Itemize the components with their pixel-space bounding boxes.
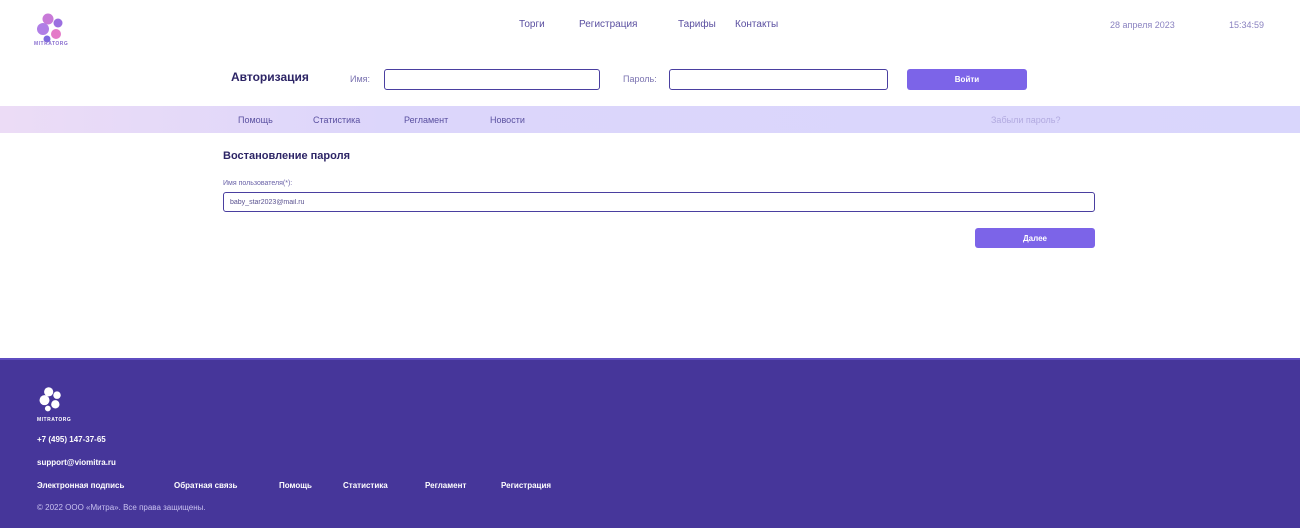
subnav-news[interactable]: Новости bbox=[490, 115, 525, 125]
name-input[interactable] bbox=[384, 69, 600, 90]
login-button[interactable]: Войти bbox=[907, 69, 1027, 90]
copyright: © 2022 ООО «Митра». Все права защищены. bbox=[37, 503, 206, 512]
secondary-nav: Помощь Статистика Регламент Новости Забы… bbox=[0, 106, 1300, 133]
subnav-regulations[interactable]: Регламент bbox=[404, 115, 448, 125]
current-time: 15:34:59 bbox=[1229, 20, 1265, 30]
auth-bar: Авторизация Имя: Пароль: Войти bbox=[0, 60, 1300, 100]
current-date: 28 апреля 2023 bbox=[1110, 20, 1175, 30]
forgot-password-link[interactable]: Забыли пароль? bbox=[991, 115, 1060, 125]
nav-contacts[interactable]: Контакты bbox=[735, 19, 778, 30]
footer-link-e-signature[interactable]: Электронная подпись bbox=[37, 481, 124, 490]
footer-logo-icon[interactable] bbox=[37, 386, 67, 416]
nav-trades[interactable]: Торги bbox=[519, 19, 545, 30]
footer-logo-text: MITRATORG bbox=[37, 417, 72, 423]
nav-tariffs[interactable]: Тарифы bbox=[678, 19, 716, 30]
password-input[interactable] bbox=[669, 69, 888, 90]
footer-link-statistics[interactable]: Статистика bbox=[343, 481, 388, 490]
footer-link-regulations[interactable]: Регламент bbox=[425, 481, 466, 490]
nav-register[interactable]: Регистрация bbox=[579, 19, 637, 30]
logo-text: MITRATORG bbox=[34, 41, 69, 47]
footer-link-help[interactable]: Помощь bbox=[279, 481, 312, 490]
footer: MITRATORG +7 (495) 147-37-65 support@vio… bbox=[0, 358, 1300, 528]
username-label: Имя пользователя(*): bbox=[223, 180, 293, 187]
subnav-help[interactable]: Помощь bbox=[238, 115, 273, 125]
footer-phone[interactable]: +7 (495) 147-37-65 bbox=[37, 435, 106, 444]
auth-title: Авторизация bbox=[231, 70, 309, 84]
top-header: MITRATORG Торги Регистрация Тарифы Конта… bbox=[0, 0, 1300, 54]
username-input[interactable] bbox=[223, 192, 1095, 212]
footer-email[interactable]: support@viomitra.ru bbox=[37, 458, 116, 467]
password-label: Пароль: bbox=[623, 74, 657, 84]
page-title: Востановление пароля bbox=[223, 150, 350, 162]
footer-link-registration[interactable]: Регистрация bbox=[501, 481, 551, 490]
next-button[interactable]: Далее bbox=[975, 228, 1095, 248]
footer-link-feedback[interactable]: Обратная связь bbox=[174, 481, 237, 490]
subnav-statistics[interactable]: Статистика bbox=[313, 115, 360, 125]
name-label: Имя: bbox=[350, 74, 371, 84]
